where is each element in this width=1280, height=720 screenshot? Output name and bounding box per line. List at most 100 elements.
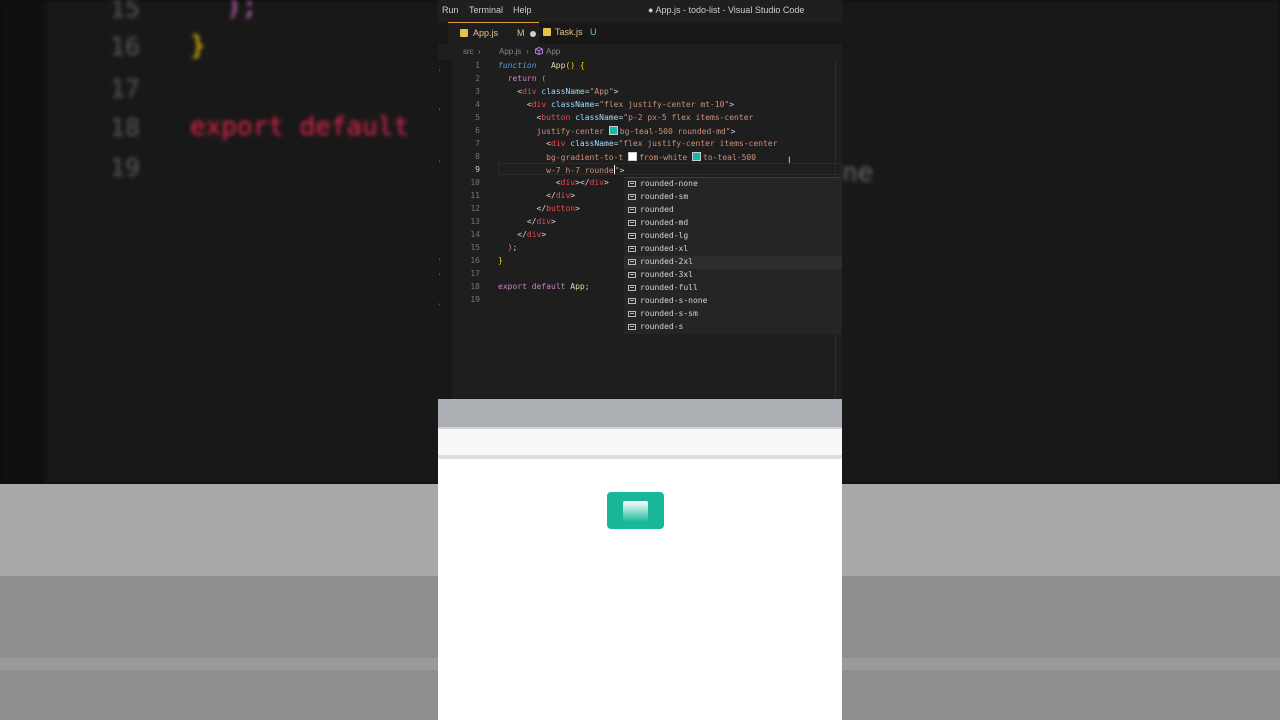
unsaved-dot-icon[interactable] [530, 31, 536, 37]
breadcrumb-symbol[interactable]: App [546, 47, 560, 56]
color-swatch-icon [628, 152, 638, 161]
code-line[interactable]: <div className="App"> [498, 87, 618, 96]
js-file-icon [543, 28, 551, 36]
code-line[interactable]: <div></div> [498, 178, 609, 187]
breadcrumb-separator: › [526, 47, 529, 56]
git-change-mark: ' [439, 108, 441, 115]
autocomplete-suggestions: rounded-none rounded-sm rounded rounded-… [624, 177, 842, 334]
blurred-code-line: } [190, 31, 206, 61]
breadcrumb-separator: › [478, 47, 481, 56]
blurred-line-number: 18 [109, 113, 140, 142]
editor-tabs: App.js M Task.js U [438, 22, 842, 44]
menu-run[interactable]: Run [442, 5, 459, 15]
code-line[interactable]: function App() { [498, 61, 585, 70]
suggestion-item[interactable]: rounded-s-none [624, 295, 842, 308]
line-number: 5 [475, 113, 480, 122]
suggestion-item[interactable]: rounded-full [624, 282, 842, 295]
git-change-mark: ' [439, 273, 441, 280]
code-line[interactable]: } [498, 256, 503, 265]
code-line[interactable]: </div> [498, 217, 556, 226]
tab-label: App.js [473, 28, 499, 38]
code-line[interactable]: <div className="flex justify-center item… [498, 139, 777, 148]
code-line[interactable]: </button> [498, 204, 580, 213]
line-number: 19 [470, 295, 480, 304]
tab-app-js[interactable]: App.js M [448, 22, 539, 44]
code-line[interactable]: return ( [498, 74, 547, 83]
code-line-current[interactable]: w-7 h-7 rounde"> [498, 165, 624, 175]
constant-icon [628, 311, 636, 317]
line-number: 15 [470, 243, 480, 252]
blurred-gutter [0, 0, 46, 484]
mouse-ibeam-cursor-icon: I [788, 156, 791, 166]
breadcrumb: src › App.js › App [438, 44, 842, 60]
constant-icon [628, 272, 636, 278]
code-line[interactable]: <button className="p-2 px-5 flex items-c… [498, 113, 754, 122]
suggestion-item[interactable]: rounded-s-sm [624, 308, 842, 321]
suggestion-item[interactable]: rounded [624, 204, 842, 217]
video-frame: Run Terminal Help ● App.js - todo-list -… [438, 0, 842, 720]
constant-icon [628, 220, 636, 226]
tab-task-js[interactable]: Task.js U [539, 22, 609, 44]
tab-badge-modified: M [517, 28, 525, 38]
suggestion-item[interactable]: rounded-none [624, 178, 842, 191]
line-number: 17 [470, 269, 480, 278]
line-number: 16 [470, 256, 480, 265]
line-number: 13 [470, 217, 480, 226]
suggestion-item[interactable]: rounded-lg [624, 230, 842, 243]
app-preview [438, 459, 842, 720]
js-file-icon [460, 29, 468, 37]
line-number: 12 [470, 204, 480, 213]
code-line[interactable]: justify-center bg-teal-500 rounded-md"> [498, 126, 735, 136]
constant-icon [628, 233, 636, 239]
code-line[interactable]: export default App; [498, 282, 590, 291]
line-number: 18 [470, 282, 480, 291]
suggestion-item[interactable]: rounded-xl [624, 243, 842, 256]
color-swatch-icon [608, 126, 618, 135]
blurred-code-fragment: ne [842, 158, 874, 188]
constant-icon [628, 298, 636, 304]
line-number: 2 [475, 74, 480, 83]
line-number: 8 [475, 152, 480, 161]
suggestion-item[interactable]: rounded-s [624, 321, 842, 334]
constant-icon [628, 285, 636, 291]
line-number: 3 [475, 87, 480, 96]
line-number: 1 [475, 61, 480, 70]
menu-terminal[interactable]: Terminal [469, 5, 503, 15]
color-swatch-icon [692, 152, 702, 161]
constant-icon [628, 324, 636, 330]
suggestion-item-selected[interactable]: rounded-2xl [624, 256, 842, 269]
constant-icon [628, 207, 636, 213]
browser-address-bar[interactable] [438, 429, 842, 456]
code-line[interactable]: ); [498, 243, 518, 252]
breadcrumb-folder[interactable]: src [463, 47, 474, 56]
blurred-line-number: 15 [109, 0, 140, 23]
line-number: 4 [475, 100, 480, 109]
constant-icon [628, 259, 636, 265]
code-line[interactable]: <div className="flex justify-center mt-1… [498, 100, 734, 109]
tab-label: Task.js [555, 27, 583, 37]
vscode-window: Run Terminal Help ● App.js - todo-list -… [438, 0, 842, 399]
line-number: 10 [470, 178, 480, 187]
window-title: ● App.js - todo-list - Visual Studio Cod… [648, 5, 805, 15]
constant-icon [628, 181, 636, 187]
line-number: 7 [475, 139, 480, 148]
git-change-mark: ' [439, 69, 441, 76]
line-number: 11 [470, 191, 480, 200]
title-bar: Run Terminal Help ● App.js - todo-list -… [438, 0, 842, 22]
git-change-mark: ' [439, 160, 441, 167]
blurred-line-number: 16 [109, 32, 140, 61]
suggestion-item[interactable]: rounded-sm [624, 191, 842, 204]
code-line[interactable]: </div> [498, 191, 575, 200]
browser-tab-strip [438, 399, 842, 427]
line-number-current: 9 [475, 165, 480, 174]
suggestion-item[interactable]: rounded-md [624, 217, 842, 230]
menu-help[interactable]: Help [513, 5, 532, 15]
code-line[interactable]: bg-gradient-to-t from-white to-teal-500 [498, 152, 756, 162]
preview-teal-button[interactable] [607, 492, 664, 529]
breadcrumb-file[interactable]: App.js [499, 47, 521, 56]
suggestion-item[interactable]: rounded-3xl [624, 269, 842, 282]
explorer-edge: ' ' ' ' ' ' [438, 60, 452, 399]
code-line[interactable]: </div> [498, 230, 546, 239]
git-change-mark: ' [439, 303, 441, 310]
blurred-line-number: 17 [109, 74, 140, 103]
